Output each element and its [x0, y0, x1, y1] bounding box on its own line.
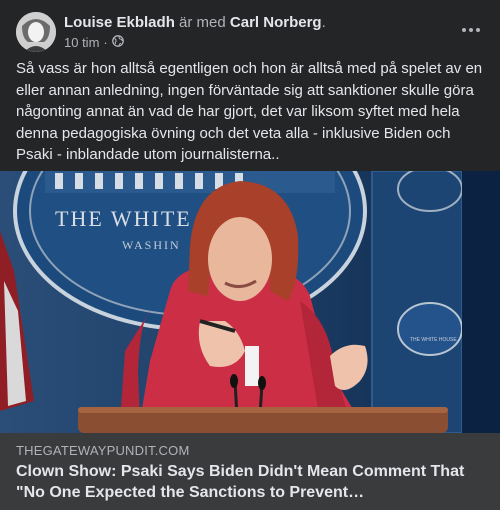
author-name[interactable]: Louise Ekbladh: [64, 14, 175, 31]
link-domain: THEGATEWAYPUNDIT.COM: [16, 443, 190, 458]
tagged-name[interactable]: Carl Norberg: [230, 14, 322, 31]
seal-text-2: WASHIN: [122, 238, 181, 252]
post-time[interactable]: 10 tim: [64, 35, 99, 51]
link-preview[interactable]: THEGATEWAYPUNDIT.COM Clown Show: Psaki S…: [0, 433, 500, 510]
link-title[interactable]: Clown Show: Psaki Says Biden Didn't Mean…: [16, 461, 486, 503]
seal-text-1: THE WHITE: [55, 206, 192, 231]
meta-dot: ·: [103, 35, 108, 50]
with-text: är med: [179, 14, 226, 31]
globe-icon: [111, 35, 124, 51]
post-header: Louise Ekbladh är med Carl Norberg. 10 t…: [16, 12, 484, 54]
author-line: Louise Ekbladh är med Carl Norberg.: [64, 13, 326, 33]
post-meta: 10 tim ·: [64, 35, 124, 51]
period: .: [321, 14, 326, 31]
post-text: Så vass är hon alltså egentligen och hon…: [16, 60, 483, 163]
avatar[interactable]: [16, 12, 56, 52]
small-seal-text: THE WHITE HOUSE: [410, 337, 457, 343]
more-options-icon[interactable]: [458, 20, 484, 40]
link-image[interactable]: THE WHITE WASHIN THE WHITE HOUSE: [0, 171, 500, 433]
